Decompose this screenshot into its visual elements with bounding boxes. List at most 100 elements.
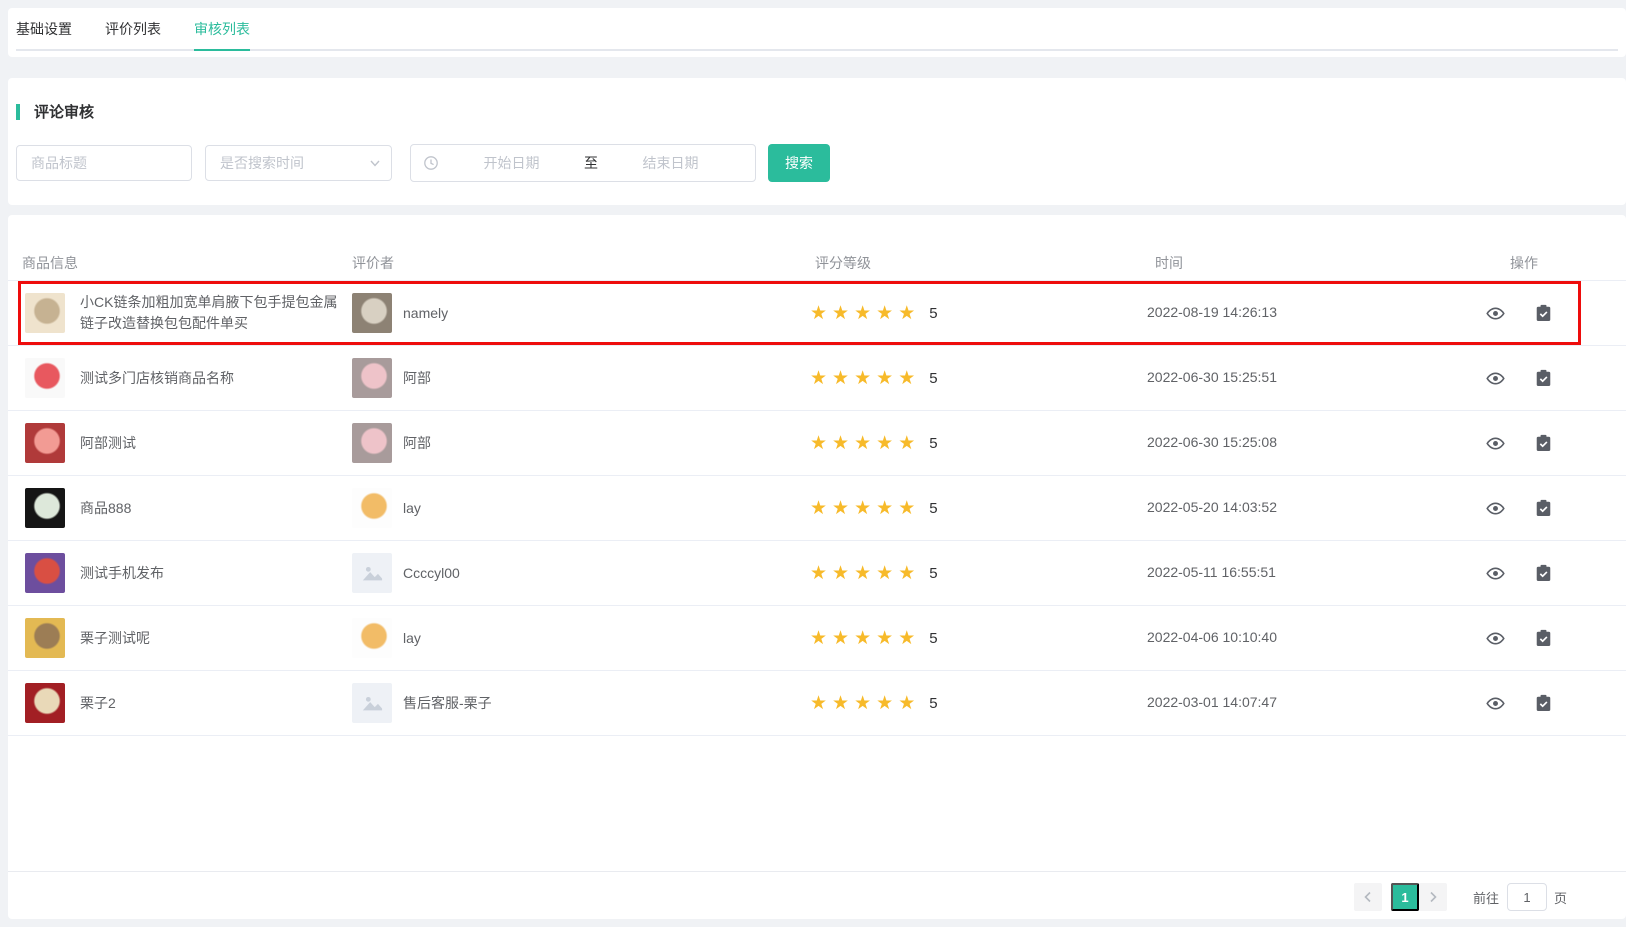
reviewer-name: 售后客服-栗子 bbox=[403, 693, 492, 713]
star-icon: ★ bbox=[832, 693, 854, 714]
review-table: 商品信息评价者评分等级时间操作 小CK链条加粗加宽单肩腋下包手提包金属链子改造替… bbox=[8, 215, 1626, 919]
star-icon: ★ bbox=[832, 303, 854, 324]
rating-value: 5 bbox=[929, 305, 937, 322]
star-icon: ★ bbox=[810, 693, 832, 714]
review-time: 2022-05-11 16:55:51 bbox=[1147, 564, 1276, 580]
tab-item[interactable]: 基础设置 bbox=[16, 8, 72, 49]
view-button[interactable] bbox=[1486, 369, 1505, 388]
star-icon: ★ bbox=[876, 563, 898, 584]
clipboard-check-icon bbox=[1535, 629, 1552, 647]
star-icon: ★ bbox=[810, 563, 832, 584]
column-header: 商品信息 bbox=[8, 253, 352, 273]
eye-icon bbox=[1486, 369, 1505, 388]
product-title: 测试多门店核销商品名称 bbox=[80, 368, 234, 389]
reviewer-avatar-cat-photo bbox=[352, 293, 392, 333]
tab-item[interactable]: 评价列表 bbox=[105, 8, 161, 49]
view-button[interactable] bbox=[1486, 694, 1505, 713]
column-header: 评价者 bbox=[352, 253, 807, 273]
pagination: 1 前往 页 bbox=[1354, 883, 1567, 911]
audit-button[interactable] bbox=[1535, 564, 1552, 582]
star-rating: ★★★★★ bbox=[810, 434, 920, 453]
view-button[interactable] bbox=[1486, 564, 1505, 583]
star-icon: ★ bbox=[898, 563, 920, 584]
star-icon: ★ bbox=[876, 498, 898, 519]
table-row: 栗子2 售后客服-栗子 ★★★★★ 5 2022-03-01 14:07:47 bbox=[8, 671, 1626, 736]
rating-value: 5 bbox=[929, 630, 937, 647]
end-date-placeholder: 结束日期 bbox=[598, 153, 743, 173]
eye-icon bbox=[1486, 694, 1505, 713]
page-number-button[interactable]: 1 bbox=[1391, 883, 1419, 911]
view-button[interactable] bbox=[1486, 304, 1505, 323]
audit-button[interactable] bbox=[1535, 694, 1552, 712]
reviewer-name: namely bbox=[403, 305, 448, 321]
star-icon: ★ bbox=[832, 563, 854, 584]
product-title: 栗子2 bbox=[80, 693, 116, 714]
next-page-button[interactable] bbox=[1419, 883, 1447, 911]
reviewer-avatar-pink-bunny-cartoon bbox=[352, 423, 392, 463]
table-row: 商品888 lay ★★★★★ 5 2022-05-20 14:03:52 bbox=[8, 476, 1626, 541]
time-search-select[interactable]: 是否搜索时间 bbox=[205, 145, 392, 181]
review-time: 2022-03-01 14:07:47 bbox=[1147, 694, 1277, 710]
tab-item[interactable]: 审核列表 bbox=[194, 8, 250, 51]
table-row: 阿部测试 阿部 ★★★★★ 5 2022-06-30 15:25:08 bbox=[8, 411, 1626, 476]
goto-label: 前往 bbox=[1473, 888, 1499, 907]
star-rating: ★★★★★ bbox=[810, 694, 920, 713]
table-row: 测试手机发布 Ccccyl00 ★★★★★ 5 2022-05-11 16:55… bbox=[8, 541, 1626, 606]
audit-button[interactable] bbox=[1535, 434, 1552, 452]
star-icon: ★ bbox=[854, 693, 876, 714]
image-placeholder-icon bbox=[361, 692, 383, 714]
page-input[interactable] bbox=[1507, 883, 1547, 911]
reviewer-name: Ccccyl00 bbox=[403, 565, 460, 581]
star-icon: ★ bbox=[810, 628, 832, 649]
star-icon: ★ bbox=[832, 628, 854, 649]
view-button[interactable] bbox=[1486, 434, 1505, 453]
star-icon: ★ bbox=[898, 303, 920, 324]
tab-bar: 基础设置评价列表审核列表 bbox=[16, 8, 1618, 51]
star-rating: ★★★★★ bbox=[810, 369, 920, 388]
product-image-gold-chain-bag-photo bbox=[25, 293, 65, 333]
view-button[interactable] bbox=[1486, 499, 1505, 518]
eye-icon bbox=[1486, 304, 1505, 323]
reviewer-name: lay bbox=[403, 630, 421, 646]
star-icon: ★ bbox=[832, 433, 854, 454]
rating-value: 5 bbox=[929, 435, 937, 452]
clipboard-check-icon bbox=[1535, 564, 1552, 582]
rating-value: 5 bbox=[929, 500, 937, 517]
product-title: 栗子测试呢 bbox=[80, 628, 150, 649]
search-panel: 评论审核 是否搜索时间 开始日期 至 结束日期 搜索 bbox=[8, 78, 1626, 205]
star-icon: ★ bbox=[854, 303, 876, 324]
start-date-placeholder: 开始日期 bbox=[439, 153, 584, 173]
star-icon: ★ bbox=[876, 303, 898, 324]
reviewer-name: lay bbox=[403, 500, 421, 516]
star-icon: ★ bbox=[898, 433, 920, 454]
column-header: 评分等级 bbox=[807, 253, 1147, 273]
column-header: 操作 bbox=[1480, 253, 1626, 273]
star-icon: ★ bbox=[854, 563, 876, 584]
rating-value: 5 bbox=[929, 370, 937, 387]
table-header-row: 商品信息评价者评分等级时间操作 bbox=[8, 245, 1626, 281]
product-image-sand-chestnut-photo bbox=[25, 618, 65, 658]
audit-button[interactable] bbox=[1535, 369, 1552, 387]
audit-button[interactable] bbox=[1535, 304, 1552, 322]
clock-icon bbox=[423, 155, 439, 171]
reviewer-name: 阿部 bbox=[403, 368, 431, 388]
review-time: 2022-05-20 14:03:52 bbox=[1147, 499, 1277, 515]
product-image-patrick-star-cartoon bbox=[25, 423, 65, 463]
reviewer-avatar-hamster-cartoon bbox=[352, 488, 392, 528]
select-placeholder: 是否搜索时间 bbox=[220, 153, 304, 173]
audit-button[interactable] bbox=[1535, 629, 1552, 647]
clipboard-check-icon bbox=[1535, 369, 1552, 387]
star-icon: ★ bbox=[810, 498, 832, 519]
section-accent-bar bbox=[16, 104, 20, 120]
star-icon: ★ bbox=[854, 433, 876, 454]
audit-button[interactable] bbox=[1535, 499, 1552, 517]
reviewer-avatar-no-image-placeholder bbox=[352, 553, 392, 593]
table-row: 测试多门店核销商品名称 阿部 ★★★★★ 5 2022-06-30 15:25:… bbox=[8, 346, 1626, 411]
prev-page-button[interactable] bbox=[1354, 883, 1382, 911]
review-time: 2022-08-19 14:26:13 bbox=[1147, 304, 1277, 320]
date-range-picker[interactable]: 开始日期 至 结束日期 bbox=[410, 144, 756, 182]
product-title-input[interactable] bbox=[16, 145, 192, 181]
clipboard-check-icon bbox=[1535, 304, 1552, 322]
search-button[interactable]: 搜索 bbox=[768, 144, 830, 182]
view-button[interactable] bbox=[1486, 629, 1505, 648]
